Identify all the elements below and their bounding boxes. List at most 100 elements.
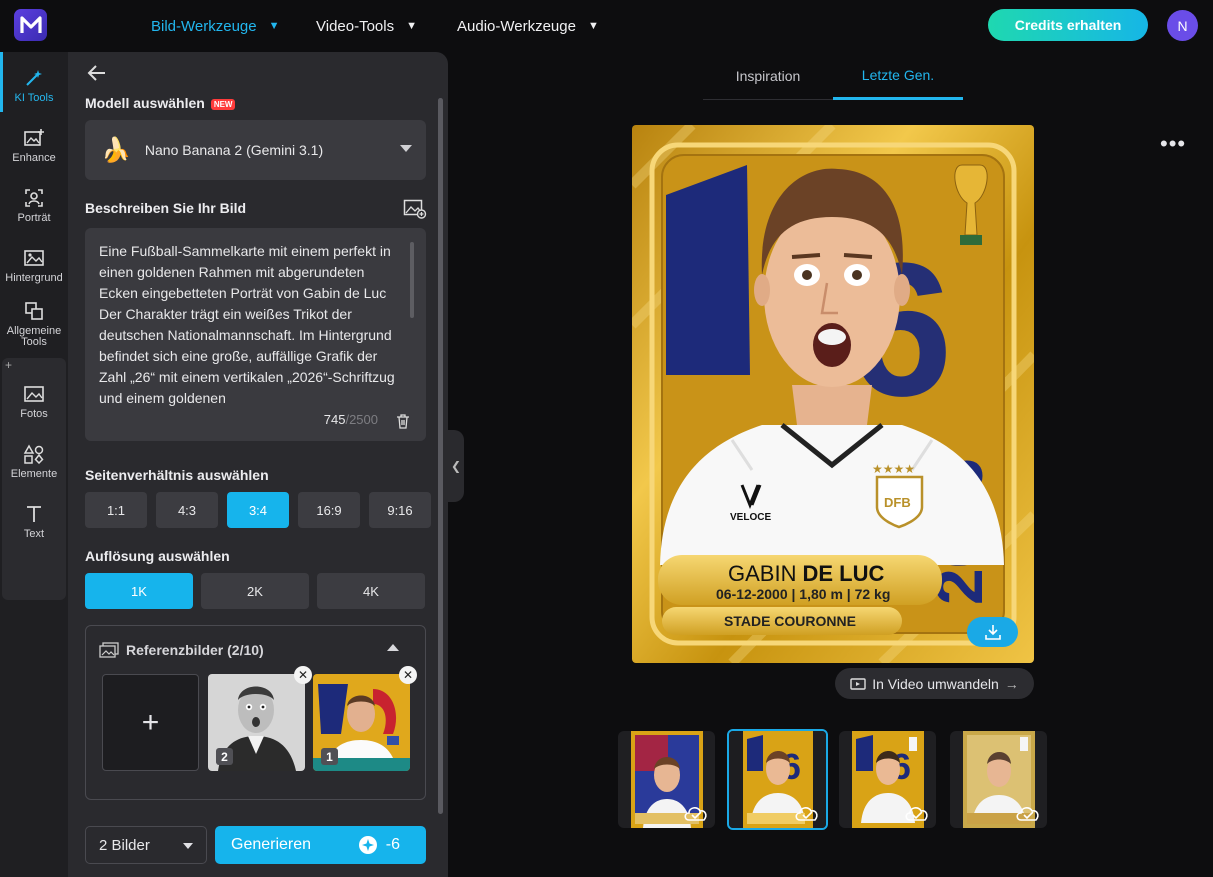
prompt-textarea[interactable]: Eine Fußball-Sammelkarte mit einem perfe… [85, 228, 426, 441]
panel-scrollbar[interactable] [438, 98, 443, 814]
download-button[interactable] [967, 617, 1018, 647]
card-details: 06-12-2000 | 1,80 m | 72 kg [716, 586, 890, 602]
model-name: Nano Banana 2 (Gemini 3.1) [144, 142, 324, 158]
chevron-down-icon: ▼ [268, 20, 280, 32]
arrow-right-icon: → [1004, 675, 1019, 692]
image-to-prompt-icon[interactable] [403, 199, 427, 219]
reference-title: Referenzbilder (2/10) [126, 642, 264, 658]
back-arrow-icon[interactable] [87, 64, 107, 82]
nav-image-tools[interactable]: Bild-Werkzeuge ▼ [151, 0, 280, 52]
generation-thumbnail[interactable] [618, 731, 715, 828]
rail-item-portrait[interactable]: Porträt [0, 176, 68, 236]
get-credits-button[interactable]: Credits erhalten [988, 9, 1148, 41]
video-icon [850, 677, 866, 690]
convert-to-video-button[interactable]: In Video umwandeln → [835, 668, 1034, 699]
char-counter: 745/2500 [324, 409, 378, 430]
image-count-select[interactable]: 2 Bilder [85, 826, 207, 864]
remove-reference-button[interactable]: ✕ [294, 666, 312, 684]
background-icon [24, 250, 44, 266]
rail-label: Hintergrund [5, 272, 63, 284]
resolution-4k[interactable]: 4K [317, 573, 425, 609]
rail-item-background[interactable]: Hintergrund [0, 236, 68, 296]
download-icon [984, 625, 1001, 640]
reference-number: 1 [321, 748, 338, 765]
model-select[interactable]: 🍌 Nano Banana 2 (Gemini 3.1) [85, 120, 426, 180]
generation-thumbnail[interactable] [950, 731, 1047, 828]
ratio-4-3[interactable]: 4:3 [156, 492, 218, 528]
convert-to-video-label: In Video umwandeln [872, 675, 999, 692]
image-count-value: 2 Bilder [99, 836, 150, 854]
reference-images-section: Referenzbilder (2/10) + 2 ✕ 1 ✕ [85, 625, 426, 800]
rail-item-ki-tools[interactable]: KI Tools [0, 56, 68, 116]
rail-label: Text [23, 528, 45, 540]
svg-text:★★★★: ★★★★ [872, 462, 915, 476]
generated-image[interactable]: 6 2026 VELOCE ★★★★ DFB GABINDE LUC 06-12… [632, 125, 1034, 663]
collapse-panel-button[interactable]: ❮ [448, 430, 464, 502]
cloud-saved-icon [684, 807, 707, 821]
app-logo[interactable] [14, 9, 47, 41]
rail-item-enhance[interactable]: Enhance [0, 116, 68, 176]
elements-icon [23, 444, 44, 464]
gallery-icon [99, 642, 119, 658]
tab-inspiration[interactable]: Inspiration [703, 52, 833, 100]
credit-icon [358, 836, 377, 854]
generate-cost-value: -6 [385, 836, 400, 853]
rail-item-elements[interactable]: Elemente [0, 432, 68, 492]
ratio-1-1[interactable]: 1:1 [85, 492, 147, 528]
plus-icon[interactable]: + [5, 358, 12, 372]
logo-icon [19, 16, 42, 33]
text-icon [27, 506, 41, 522]
top-bar: Bild-Werkzeuge ▼ Video-Tools ▼ Audio-Werkz… [0, 0, 1213, 52]
generation-thumbnail[interactable]: 6 [839, 731, 936, 828]
rail-label: KI Tools [14, 92, 54, 104]
prompt-scrollbar[interactable] [410, 242, 414, 318]
resolution-1k[interactable]: 1K [85, 573, 193, 609]
caret-down-icon [183, 843, 193, 849]
remove-reference-button[interactable]: ✕ [399, 666, 417, 684]
image-enhance-icon [24, 129, 44, 146]
trash-icon[interactable] [396, 414, 410, 429]
card-first-name: GABIN [728, 561, 796, 586]
nav-audio-tools[interactable]: Audio-Werkzeuge ▼ [457, 0, 599, 52]
panel-scrollbar-thumb[interactable] [438, 98, 443, 814]
nav-video-tools[interactable]: Video-Tools ▼ [316, 0, 417, 52]
resolution-heading: Auflösung auswählen [85, 548, 230, 564]
char-count: 745 [323, 412, 346, 427]
reference-number: 2 [216, 748, 233, 765]
generate-label: Generieren [231, 836, 312, 853]
chevron-down-icon: ▼ [587, 20, 599, 32]
generation-thumbnail-selected[interactable]: 6 [727, 729, 828, 830]
magic-wand-icon [26, 70, 42, 86]
rail-item-photos[interactable]: Fotos [0, 372, 68, 432]
ratio-3-4[interactable]: 3:4 [227, 492, 289, 528]
cloud-saved-icon [795, 807, 818, 821]
card-crest: DFB [884, 495, 911, 510]
add-reference-button[interactable]: + [102, 674, 199, 771]
reference-image-1[interactable]: 1 [313, 674, 410, 771]
rail-label: Enhance [12, 152, 56, 164]
collapse-caret-icon[interactable] [387, 644, 399, 651]
photos-icon [24, 386, 44, 402]
card-brand: VELOCE [730, 512, 771, 523]
nav-label: Bild-Werkzeuge [151, 17, 257, 35]
resolution-options: 1K 2K 4K [85, 573, 425, 609]
rail-item-text[interactable]: Text [0, 492, 68, 552]
avatar[interactable]: N [1167, 10, 1198, 41]
general-tools-icon [25, 301, 43, 320]
rail-item-general-tools[interactable]: Allgemeine Tools [0, 292, 68, 356]
chevron-left-icon: ❮ [450, 459, 462, 473]
model-heading: Modell auswählen NEW [85, 95, 236, 111]
reference-header[interactable]: Referenzbilder (2/10) [99, 642, 264, 658]
chevron-down-icon: ▼ [406, 20, 417, 32]
card-club: STADE COURONNE [724, 613, 856, 629]
portrait-icon [25, 189, 43, 207]
banana-icon: 🍌 [101, 136, 131, 164]
generate-button[interactable]: Generieren -6 [215, 826, 426, 864]
ratio-16-9[interactable]: 16:9 [298, 492, 360, 528]
reference-image-2[interactable]: 2 [208, 674, 305, 771]
ratio-9-16[interactable]: 9:16 [369, 492, 431, 528]
tab-last-generations[interactable]: Letzte Gen. [833, 52, 963, 100]
more-options-icon[interactable]: ••• [1160, 133, 1186, 155]
resolution-2k[interactable]: 2K [201, 573, 309, 609]
card-last-name: DE LUC [802, 561, 884, 586]
